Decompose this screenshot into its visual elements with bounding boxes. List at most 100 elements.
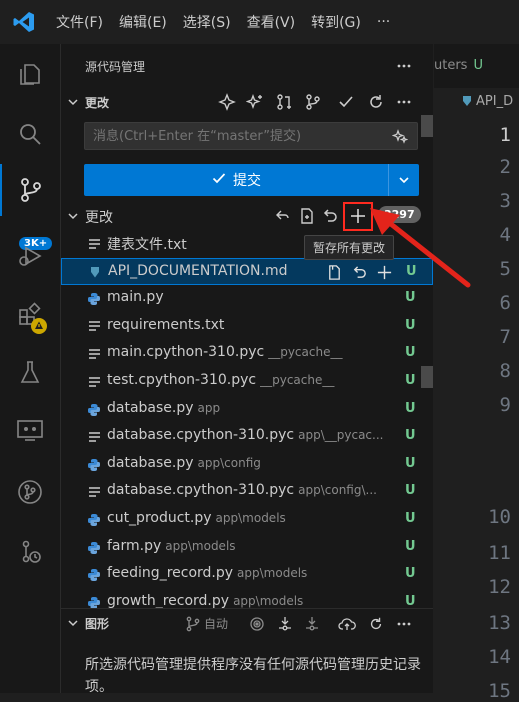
text-file-icon [87, 430, 101, 444]
file-path: __pycache__ [268, 345, 343, 360]
untracked-status: U [405, 400, 416, 416]
menu-item[interactable]: 选择(S) [175, 12, 239, 32]
file-name: farm.py app\models [107, 537, 236, 554]
more-actions-icon[interactable] [393, 55, 415, 77]
line-number: 3 [499, 190, 511, 212]
sparkle-icon[interactable] [244, 91, 266, 113]
untracked-status: U [405, 593, 416, 609]
extensions-icon[interactable] [0, 288, 60, 340]
scrollbar-thumb[interactable] [421, 115, 433, 137]
file-row[interactable]: test.cpython-310.pyc __pycache__ U [61, 368, 433, 395]
pull-request-icon[interactable] [274, 91, 296, 113]
file-row[interactable]: farm.py app\models U [61, 534, 433, 561]
untracked-status: U [405, 538, 416, 554]
breadcrumb[interactable]: API_D [476, 94, 513, 109]
line-number: 5 [499, 258, 511, 280]
warning-icon [31, 318, 47, 334]
file-row[interactable]: database.cpython-310.pyc app\__pycac... U [61, 423, 433, 450]
file-path: app\config\... [298, 483, 377, 498]
menu-item[interactable]: 文件(F) [48, 12, 111, 32]
generate-message-icon[interactable] [389, 125, 411, 147]
target-icon[interactable] [246, 613, 268, 635]
search-icon[interactable] [0, 108, 60, 160]
git-history-icon[interactable] [0, 526, 60, 578]
markdown-icon [461, 95, 473, 111]
pull-icon[interactable] [301, 613, 323, 635]
remote-explorer-icon[interactable] [0, 404, 60, 456]
line-number: 11 [488, 542, 511, 564]
menu-item[interactable]: 查看(V) [239, 12, 304, 32]
git-graph-icon[interactable] [0, 466, 60, 518]
file-row[interactable]: database.py app U [61, 396, 433, 423]
file-name: main.py [107, 289, 164, 306]
file-path: app\models [237, 566, 308, 581]
more-actions-icon[interactable] [393, 91, 415, 113]
line-number: 1 [499, 124, 511, 146]
line-number: 7 [499, 326, 511, 348]
open-changes-icon[interactable] [271, 205, 293, 227]
more-actions-icon[interactable] [393, 613, 415, 635]
text-file-icon [87, 375, 101, 389]
chevron-down-icon [65, 94, 81, 114]
line-number: 12 [488, 576, 511, 598]
auto-branch-button[interactable]: 自动 [185, 615, 228, 632]
commit-message-input[interactable] [84, 122, 418, 150]
commit-check-icon[interactable] [335, 91, 357, 113]
commit-dropdown-button[interactable] [388, 164, 419, 196]
explorer-icon[interactable] [0, 48, 60, 100]
file-row[interactable]: cut_product.py app\models U [61, 506, 433, 533]
line-number: 6 [499, 292, 511, 314]
file-name: API_DOCUMENTATION.md [108, 262, 288, 279]
open-file-icon[interactable] [296, 205, 318, 227]
chevron-down-icon [65, 208, 81, 228]
file-row[interactable]: main.cpython-310.pyc __pycache__ U [61, 340, 433, 367]
text-file-icon [87, 485, 101, 499]
file-path: app\config [197, 455, 261, 470]
vscode-logo-icon [0, 0, 48, 44]
file-path: app [197, 400, 221, 415]
file-name: database.py app\config [107, 454, 261, 471]
testing-icon[interactable] [0, 346, 60, 398]
title-bar: 文件(F) 编辑(E) 选择(S) 查看(V) 转到(G) ··· [0, 0, 519, 44]
open-file-icon[interactable] [323, 261, 345, 283]
discard-all-icon[interactable] [319, 205, 341, 227]
file-row[interactable]: database.py app\config U [61, 451, 433, 478]
publish-icon[interactable] [336, 613, 358, 635]
line-number: 2 [499, 156, 511, 178]
untracked-status: U [405, 511, 416, 526]
commit-button[interactable]: 提交 [84, 164, 419, 196]
annotation-arrow [370, 208, 471, 288]
file-path: app\models [233, 593, 304, 608]
scrollbar-thumb[interactable] [421, 366, 433, 388]
file-name: database.py app [107, 399, 221, 416]
line-number: 4 [499, 224, 511, 246]
file-path: app\models [165, 538, 236, 553]
check-icon [211, 170, 227, 190]
tab-routers[interactable]: uters U [434, 58, 483, 73]
menu-item[interactable]: ··· [369, 14, 398, 30]
text-file-icon [87, 320, 101, 334]
line-number: 13 [488, 612, 511, 634]
menu-item[interactable]: 编辑(E) [111, 12, 175, 32]
refresh-icon[interactable] [365, 91, 387, 113]
branch-compare-icon[interactable] [302, 91, 324, 113]
text-file-icon [87, 237, 101, 251]
file-row[interactable]: feeding_record.py app\models U [61, 561, 433, 588]
file-row[interactable]: requirements.txt U [61, 313, 433, 340]
python-file-icon [87, 458, 101, 472]
markdown-file-icon [88, 266, 102, 280]
refresh-icon[interactable] [365, 613, 387, 635]
untracked-status: U [405, 483, 416, 499]
run-debug-icon[interactable] [0, 230, 60, 282]
branch-icon [186, 616, 200, 631]
menu-item[interactable]: 转到(G) [303, 12, 369, 32]
python-file-icon [87, 403, 101, 417]
fetch-icon[interactable] [274, 613, 296, 635]
file-name: growth_record.py app\models [107, 592, 304, 609]
source-control-icon[interactable] [0, 164, 60, 216]
file-name: 建表文件.txt [107, 237, 187, 253]
changes-section-label: 更改 [85, 96, 110, 110]
python-file-icon [87, 513, 101, 527]
copilot-sparkle-icon[interactable] [216, 91, 238, 113]
file-row[interactable]: database.cpython-310.pyc app\config\... U [61, 478, 433, 505]
